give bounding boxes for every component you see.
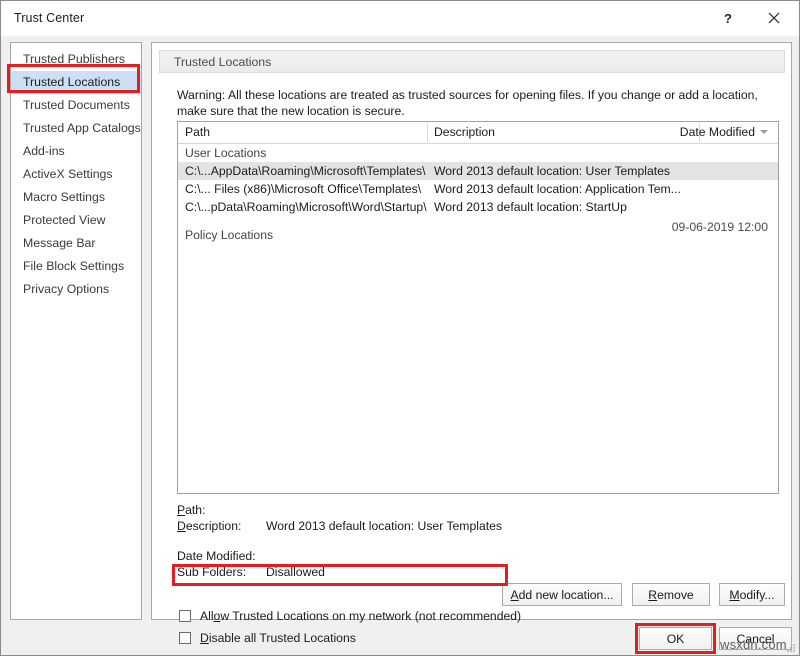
detail-value-sub-folders: Disallowed xyxy=(266,564,325,580)
modify-button[interactable]: Modify... xyxy=(719,583,785,606)
trust-center-dialog: Trust Center ? Trusted Publishers Truste… xyxy=(0,0,800,656)
row-description: Word 2013 default location: User Templat… xyxy=(434,162,670,180)
sidebar-item-protected-view[interactable]: Protected View xyxy=(11,209,141,232)
detail-label-path: Path: xyxy=(177,502,205,518)
sidebar-item-trusted-locations[interactable]: Trusted Locations xyxy=(11,71,141,94)
sidebar-item-trusted-documents[interactable]: Trusted Documents xyxy=(11,94,141,117)
column-divider-1[interactable] xyxy=(427,123,428,142)
trusted-locations-list[interactable]: Path Description Date Modified User Loca… xyxy=(177,121,779,494)
remove-label: Remove xyxy=(648,588,693,602)
category-sidebar: Trusted Publishers Trusted Locations Tru… xyxy=(10,42,142,620)
sidebar-item-add-ins[interactable]: Add-ins xyxy=(11,140,141,163)
resize-grip-icon[interactable] xyxy=(785,642,795,652)
column-header-date-modified[interactable]: Date Modified xyxy=(680,125,768,139)
content-panel: Trusted Locations Warning: All these loc… xyxy=(151,42,792,620)
help-button[interactable]: ? xyxy=(705,1,751,35)
detail-row-description: Description: Word 2013 default location:… xyxy=(177,518,777,534)
column-header-date-modified-label: Date Modified xyxy=(680,125,755,139)
row-path: C:\...pData\Roaming\Microsoft\Word\Start… xyxy=(185,198,427,216)
allow-network-locations-row[interactable]: Allow Trusted Locations on my network (n… xyxy=(179,609,521,623)
sidebar-item-macro-settings[interactable]: Macro Settings xyxy=(11,186,141,209)
disable-all-trusted-locations-checkbox[interactable] xyxy=(179,632,191,644)
row-description: Word 2013 default location: Application … xyxy=(434,180,681,198)
sidebar-item-privacy-options[interactable]: Privacy Options xyxy=(11,278,141,301)
allow-network-locations-label: Allow Trusted Locations on my network (n… xyxy=(200,609,521,623)
content-header: Trusted Locations xyxy=(159,50,785,73)
selection-detail-panel: Path: Description: Word 2013 default loc… xyxy=(177,502,777,580)
page-title: Trusted Locations xyxy=(174,55,271,69)
cancel-button[interactable]: Cancel xyxy=(719,627,792,650)
detail-row-date-modified: Date Modified: xyxy=(177,548,777,564)
table-row[interactable]: C:\... Files (x86)\Microsoft Office\Temp… xyxy=(178,180,778,198)
detail-label-sub-folders: Sub Folders: xyxy=(177,564,246,580)
disable-all-trusted-locations-row[interactable]: Disable all Trusted Locations xyxy=(179,631,356,645)
sidebar-item-activex-settings[interactable]: ActiveX Settings xyxy=(11,163,141,186)
sidebar-item-file-block-settings[interactable]: File Block Settings xyxy=(11,255,141,278)
detail-label-date-modified: Date Modified: xyxy=(177,548,256,564)
table-row[interactable]: C:\...pData\Roaming\Microsoft\Word\Start… xyxy=(178,198,778,216)
add-new-location-button[interactable]: Add new location... xyxy=(502,583,622,606)
row-path: C:\...AppData\Roaming\Microsoft\Template… xyxy=(185,162,425,180)
sidebar-item-trusted-publishers[interactable]: Trusted Publishers xyxy=(11,48,141,71)
list-header-row: Path Description Date Modified xyxy=(178,122,778,144)
sidebar-item-message-bar[interactable]: Message Bar xyxy=(11,232,141,255)
modify-label: Modify... xyxy=(729,588,774,602)
group-label-user-locations: User Locations xyxy=(178,144,778,162)
disable-all-trusted-locations-label: Disable all Trusted Locations xyxy=(200,631,356,645)
row-path: C:\... Files (x86)\Microsoft Office\Temp… xyxy=(185,180,421,198)
title-bar: Trust Center ? xyxy=(1,1,799,36)
detail-label-description: Description: xyxy=(177,518,241,534)
caret-down-icon xyxy=(760,130,768,134)
column-header-path[interactable]: Path xyxy=(185,125,210,139)
ok-button[interactable]: OK xyxy=(639,627,712,650)
question-mark-icon: ? xyxy=(724,11,732,26)
column-header-description[interactable]: Description xyxy=(434,125,495,139)
remove-button[interactable]: Remove xyxy=(632,583,710,606)
detail-value-description: Word 2013 default location: User Templat… xyxy=(266,518,502,534)
sidebar-item-trusted-app-catalogs[interactable]: Trusted App Catalogs xyxy=(11,117,141,140)
add-new-location-label: Add new location... xyxy=(511,588,614,602)
warning-text: Warning: All these locations are treated… xyxy=(177,87,774,119)
allow-network-locations-checkbox[interactable] xyxy=(179,610,191,622)
detail-row-sub-folders: Sub Folders: Disallowed xyxy=(177,564,777,580)
detail-row-path: Path: xyxy=(177,502,777,518)
close-button[interactable] xyxy=(751,1,797,35)
window-title: Trust Center xyxy=(14,11,84,25)
row-description: Word 2013 default location: StartUp xyxy=(434,198,627,216)
policy-date-modified: 09-06-2019 12:00 xyxy=(672,220,768,234)
table-row[interactable]: C:\...AppData\Roaming\Microsoft\Template… xyxy=(178,162,778,180)
close-icon xyxy=(768,12,780,24)
